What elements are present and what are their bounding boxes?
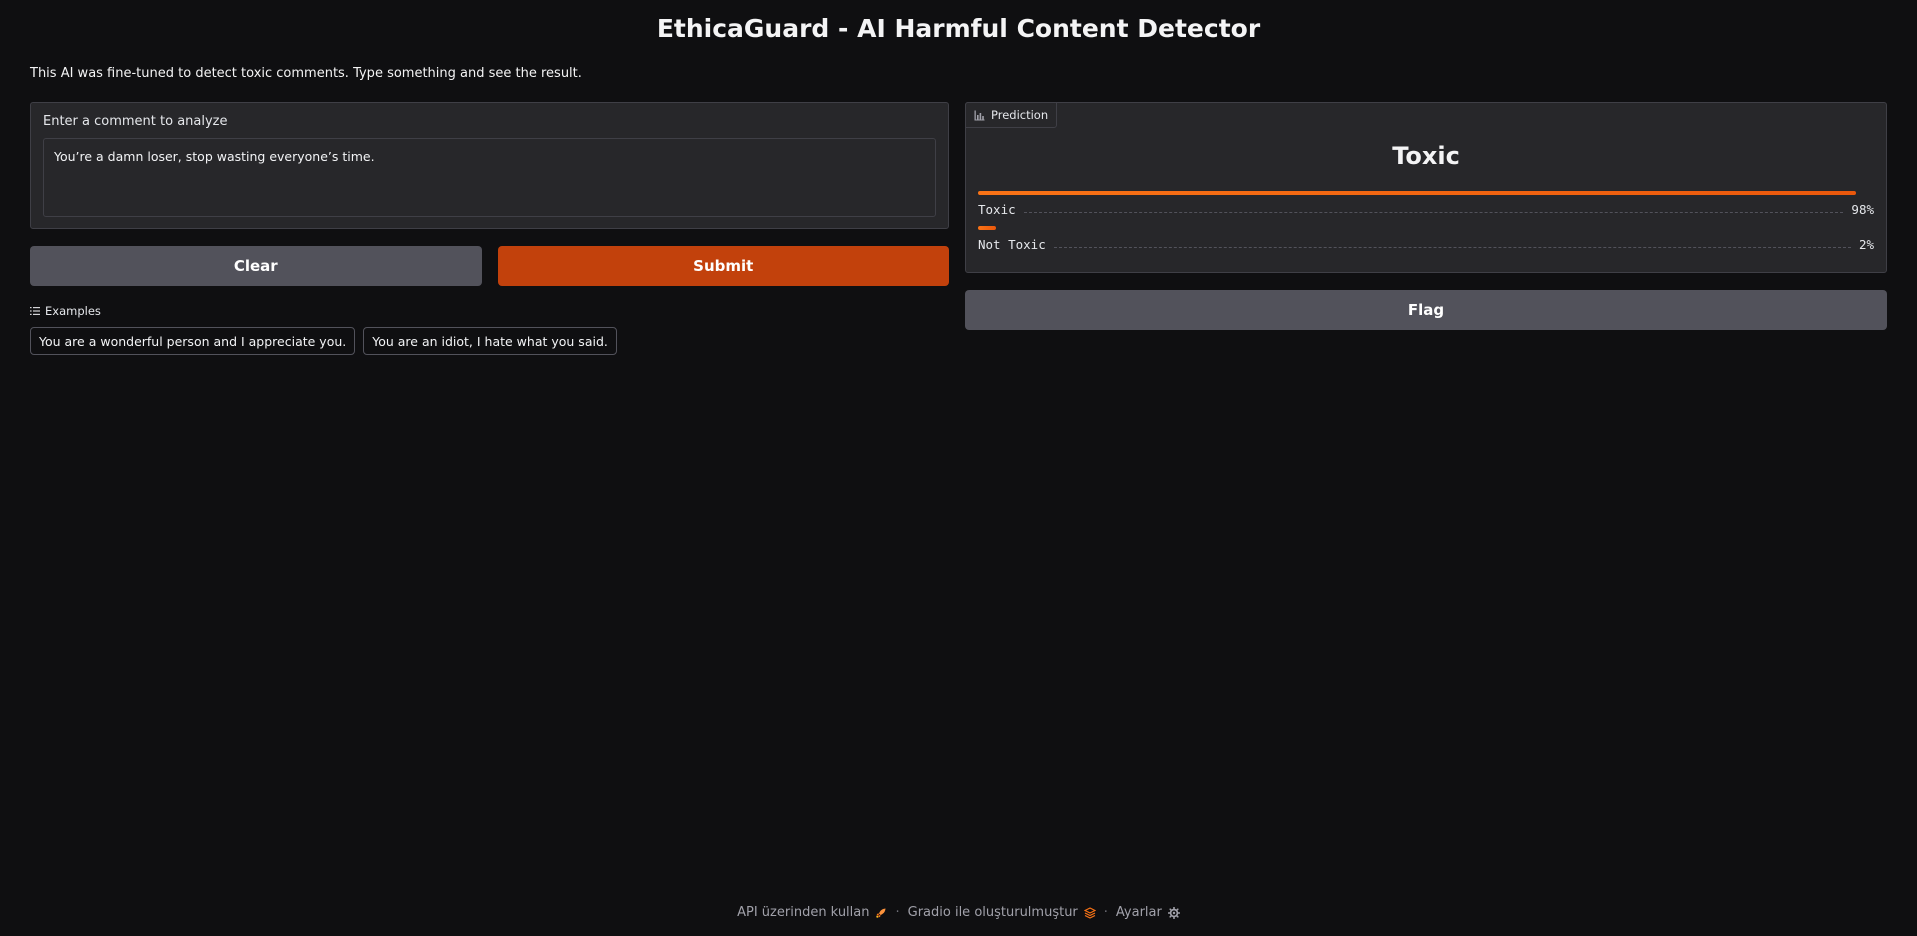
confidence-row: Not Toxic 2% — [978, 237, 1874, 252]
example-item[interactable]: You are a wonderful person and I appreci… — [30, 327, 356, 355]
comment-input-label: Enter a comment to analyze — [43, 114, 228, 129]
confidence-bar-fill — [978, 226, 996, 230]
action-buttons: Clear Submit — [30, 246, 949, 286]
settings-link-label: Ayarlar — [1115, 905, 1162, 920]
submit-button[interactable]: Submit — [497, 246, 949, 286]
gradio-logo-icon — [1083, 906, 1096, 919]
confidence-bar-track — [978, 191, 1874, 196]
examples-header: Examples — [30, 304, 949, 318]
confidence-label: Toxic — [978, 202, 1016, 217]
settings-link[interactable]: Ayarlar — [1116, 905, 1180, 920]
examples-list: You are a wonderful person and I appreci… — [30, 327, 949, 355]
gradio-link-label: Gradio ile oluşturulmuştur — [907, 905, 1078, 920]
gear-icon — [1167, 906, 1180, 919]
rocket-icon — [876, 908, 886, 918]
prediction-tag: Prediction — [965, 102, 1058, 128]
confidence-label: Not Toxic — [978, 237, 1046, 252]
confidence-item: Not Toxic 2% — [978, 226, 1874, 252]
page-title: EthicaGuard - AI Harmful Content Detecto… — [656, 14, 1261, 43]
prediction-block: Prediction Toxic Toxic 98% Not Toxic 2% — [965, 102, 1887, 273]
gradio-link[interactable]: Gradio ile oluşturulmuştur — [908, 905, 1096, 920]
clear-button[interactable]: Clear — [30, 246, 482, 286]
confidence-dots — [1053, 247, 1851, 248]
list-icon — [30, 307, 40, 315]
confidence-bar-fill — [978, 191, 1857, 195]
confidence-value: 2% — [1858, 237, 1874, 252]
confidence-bar-track — [978, 226, 1874, 231]
input-column: Enter a comment to analyze Clear Submit — [30, 102, 949, 355]
footer: API üzerinden kullan · Gradio ile oluştu… — [0, 905, 1917, 920]
comment-input-block: Enter a comment to analyze — [30, 102, 949, 229]
confidence-value: 98% — [1851, 202, 1874, 217]
api-link[interactable]: API üzerinden kullan — [737, 905, 887, 920]
comment-textarea[interactable] — [43, 138, 936, 217]
prediction-label: Toxic — [1392, 142, 1460, 170]
page-description: This AI was fine-tuned to detect toxic c… — [30, 66, 582, 81]
confidence-row: Toxic 98% — [978, 202, 1874, 217]
prediction-tag-label: Prediction — [991, 108, 1049, 122]
api-link-label: API üzerinden kullan — [737, 905, 870, 920]
confidence-item: Toxic 98% — [978, 191, 1874, 217]
example-item[interactable]: You are an idiot, I hate what you said. — [363, 327, 617, 355]
bar-chart-icon — [974, 110, 985, 120]
examples-title: Examples — [45, 304, 101, 318]
confidence-dots — [1023, 212, 1844, 213]
footer-separator: · — [895, 905, 900, 920]
main-columns: Enter a comment to analyze Clear Submit — [30, 102, 1887, 355]
examples-section: Examples You are a wonderful person and … — [30, 304, 949, 355]
confidence-list: Toxic 98% Not Toxic 2% — [978, 191, 1874, 252]
output-column: Prediction Toxic Toxic 98% Not Toxic 2% … — [965, 102, 1887, 355]
footer-separator: · — [1103, 905, 1108, 920]
app-root: EthicaGuard - AI Harmful Content Detecto… — [0, 0, 1917, 936]
flag-button[interactable]: Flag — [965, 290, 1887, 330]
